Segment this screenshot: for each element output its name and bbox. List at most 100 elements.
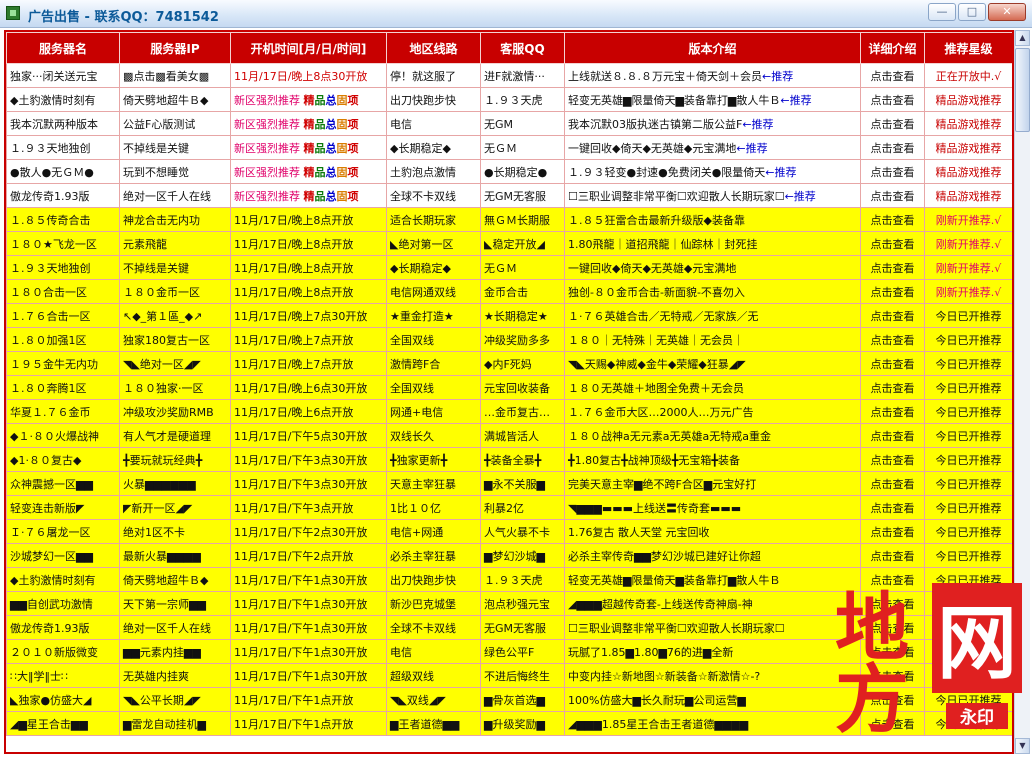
cell-qq-text: 不进后悔终生	[484, 669, 550, 683]
table-row[interactable]: ◆土豹激情时刻有 倚天劈地超牛Ｂ◆ 新区强烈推荐 精品总固项 出刀快跑步快 １.９３天虎…	[6, 87, 1012, 112]
cell-line-text: ★重金打造★	[390, 309, 454, 323]
cell-line: ◆长期稳定◆	[386, 255, 481, 280]
cell-server-ip-text: 最新火暴▆▆▆▆	[123, 549, 201, 563]
cell-detail[interactable]: 点击查看	[860, 471, 925, 496]
cell-server-name-text: １８０合击一区	[10, 285, 87, 299]
cell-open-time-text: 11月/17日/下午1点30开放	[234, 669, 368, 683]
cell-detail[interactable]: 点击查看	[860, 87, 925, 112]
table-row[interactable]: ◆１·８０火爆战神 有人气才是硬道理 11月/17日/下午5点30开放 双线长久 满城皆…	[6, 423, 1012, 448]
cell-server-name: ◆1·８０复古◆	[6, 447, 120, 472]
cell-server-ip: ◥◣绝对一区◢◤	[119, 351, 231, 376]
cell-qq: ◣稳定开放◢	[480, 231, 565, 256]
cell-version-intro-text: １.７６金币大区…2000人…万元广告	[568, 405, 754, 419]
table-row[interactable]: １.９３天地独创 不掉线是关键 11月/17日/晚上8点开放 ◆长期稳定◆ 无ＧＭ 一键回…	[6, 255, 1012, 280]
cell-detail-text: 点击查看	[870, 285, 915, 299]
quality-tag: 总	[325, 189, 337, 203]
cell-version-intro: １.９３轻变●封速●免费闭关●限量倚天←推荐	[564, 159, 861, 184]
quality-tag: 精	[303, 189, 315, 203]
table-row[interactable]: １.９３天地独创 不掉线是关键 新区强烈推荐 精品总固项 ◆长期稳定◆ 无ＧＭ 一键回收◆…	[6, 135, 1012, 160]
cell-qq-text: 泡点秒强元宝	[484, 597, 550, 611]
cell-rating-text: 今日已开推荐	[935, 405, 1002, 419]
maximize-button[interactable]: □	[958, 3, 986, 21]
cell-server-name-text: 众神震撼一区▆▆	[10, 477, 93, 491]
table-row[interactable]: １８０★飞龙一区 元素飛龍 11月/17日/晚上8点开放 ◣绝对第一区 ◣稳定开放◢ 1.…	[6, 231, 1012, 256]
cell-detail[interactable]: 点击查看	[860, 423, 925, 448]
cell-server-name: １.９３天地独创	[6, 255, 120, 280]
table-row[interactable]: 轻变连击新版◤ ◤新开一区◢◤ 11月/17日/下午3点开放 1比１０亿 利暴2亿 ◥▆▆…	[6, 495, 1012, 520]
cell-server-ip: 不掉线是关键	[119, 255, 231, 280]
cell-line: ◣绝对第一区	[386, 231, 481, 256]
cell-detail[interactable]: 点击查看	[860, 207, 925, 232]
cell-server-name: 我本沉默两种版本	[6, 111, 120, 136]
minimize-button[interactable]: —	[928, 3, 956, 21]
cell-open-time: 新区强烈推荐 精品总固项	[230, 159, 387, 184]
cell-line-text: ◆长期稳定◆	[390, 261, 451, 275]
table-row[interactable]: 华夏１.７６金币 冲级攻沙奖励RMB 11月/17日/晚上6点开放 网通+电信 …金币复…	[6, 399, 1012, 424]
cell-qq: 无GM	[480, 111, 565, 136]
scroll-up-button[interactable]: ▲	[1015, 30, 1030, 46]
cell-server-ip-text: ◥◣绝对一区◢◤	[123, 357, 201, 371]
table-row[interactable]: Ｉ·７６屠龙一区 绝对1区不卡 11月/17日/下午2点30开放 电信+网通 人气火暴不…	[6, 519, 1012, 544]
quality-tag: 项	[347, 165, 359, 179]
cell-qq: 无ＧＭ	[480, 135, 565, 160]
cell-detail[interactable]: 点击查看	[860, 519, 925, 544]
cell-detail[interactable]: 点击查看	[860, 111, 925, 136]
cell-detail[interactable]: 点击查看	[860, 183, 925, 208]
cell-detail[interactable]: 点击查看	[860, 279, 925, 304]
table-row[interactable]: １８０合击一区 １８０金币一区 11月/17日/晚上8点开放 电信网通双线 金币合击 独创…	[6, 279, 1012, 304]
cell-server-ip-text: 无英雄内挂爽	[123, 669, 189, 683]
table-row[interactable]: 沙城梦幻一区▆▆ 最新火暴▆▆▆▆ 11月/17日/下午2点开放 必杀主宰狂暴 ▆梦幻沙…	[6, 543, 1012, 568]
cell-detail[interactable]: 点击查看	[860, 231, 925, 256]
table-row[interactable]: １９５金牛无内功 ◥◣绝对一区◢◤ 11月/17日/晚上7点开放 激情跨F合 ◆内F死妈…	[6, 351, 1012, 376]
cell-server-name-text: ∷大‖学‖士∷	[10, 669, 68, 683]
cell-detail[interactable]: 点击查看	[860, 303, 925, 328]
table-row[interactable]: １.８０奔腾1区 １８０独家·一区 11月/17日/晚上6点30开放 全国双线 元宝回收…	[6, 375, 1012, 400]
cell-detail[interactable]: 点击查看	[860, 351, 925, 376]
cell-open-time: 11月/17日/晚上8点开放	[230, 231, 387, 256]
table-row[interactable]: １.８５传奇合击 神龙合击无内功 11月/17日/晚上8点开放 适合长期玩家 無ＧＭ长期…	[6, 207, 1012, 232]
quality-tag: 固	[336, 189, 348, 203]
table-row[interactable]: 傲龙传奇1.93版 绝对一区千人在线 新区强烈推荐 精品总固项 全球不卡双线 无GM无客…	[6, 183, 1012, 208]
cell-detail[interactable]: 点击查看	[860, 447, 925, 472]
cell-version-intro: 一键回收◆倚天◆无英雄◆元宝满地←推荐	[564, 135, 861, 160]
cell-version-intro: １.８５狂雷合击最新升级版◆装备靠	[564, 207, 861, 232]
cell-open-time: 11月/17日/晚上8点开放	[230, 207, 387, 232]
table-row[interactable]: 独家···闭关送元宝 ▩点击▩看美女▩ 11月/17日/晚上8点30开放 停！就这服了…	[6, 63, 1012, 88]
cell-rating-text: 今日已开推荐	[935, 501, 1002, 515]
cell-server-ip: 无英雄内挂爽	[119, 663, 231, 688]
cell-detail[interactable]: 点击查看	[860, 159, 925, 184]
cell-line-text: 出刀快跑步快	[390, 93, 456, 107]
cell-detail[interactable]: 点击查看	[860, 375, 925, 400]
table-row[interactable]: 众神震撼一区▆▆ 火暴▆▆▆▆▆▆ 11月/17日/下午3点30开放 天意主宰狂暴 ▆永…	[6, 471, 1012, 496]
cell-qq-text: １.９３天虎	[484, 573, 543, 587]
cell-detail[interactable]: 点击查看	[860, 255, 925, 280]
cell-open-time: 11月/17日/下午1点30开放	[230, 591, 387, 616]
cell-server-ip: １８０独家·一区	[119, 375, 231, 400]
table-row[interactable]: １.８０加强1区 独家180复古一区 11月/17日/晚上7点开放 全国双线 冲级奖励多…	[6, 327, 1012, 352]
cell-detail-text: 点击查看	[870, 405, 915, 419]
cell-rating-text: 精品游戏推荐	[935, 165, 1002, 179]
stamp-label: 永印	[959, 707, 994, 728]
scroll-thumb[interactable]	[1015, 48, 1030, 132]
cell-detail-text: 点击查看	[870, 165, 915, 179]
table-row[interactable]: ◆1·８０复古◆ ╋要玩就玩经典╋ 11月/17日/下午3点30开放 ╋独家更新╋ ╋装…	[6, 447, 1012, 472]
cell-server-ip: 倚天劈地超牛Ｂ◆	[119, 87, 231, 112]
cell-detail[interactable]: 点击查看	[860, 135, 925, 160]
cell-detail[interactable]: 点击查看	[860, 327, 925, 352]
cell-open-time: 11月/17日/晚上7点30开放	[230, 303, 387, 328]
cell-detail[interactable]: 点击查看	[860, 399, 925, 424]
cell-detail[interactable]: 点击查看	[860, 543, 925, 568]
table-row[interactable]: 我本沉默两种版本 公益F心版测试 新区强烈推荐 精品总固项 电信 无GM 我本沉默03版执…	[6, 111, 1012, 136]
cell-server-name: 沙城梦幻一区▆▆	[6, 543, 120, 568]
cell-qq-text: 进F就激情···	[484, 69, 545, 83]
close-button[interactable]: ✕	[988, 3, 1026, 21]
cell-detail[interactable]: 点击查看	[860, 63, 925, 88]
cell-open-time-text: 11月/17日/下午1点30开放	[234, 621, 368, 635]
cell-version-intro-text: １.８５狂雷合击最新升级版◆装备靠	[568, 213, 745, 227]
table-row[interactable]: ●散人●无ＧＭ● 玩到不想睡觉 新区强烈推荐 精品总固项 土豹泡点激情 ●长期稳定● １.…	[6, 159, 1012, 184]
quality-tag: 项	[347, 141, 359, 155]
cell-version-intro-text: １８０战神a无元素a无英雄a无特戒a重金	[568, 429, 771, 443]
table-row[interactable]: １.７６合击一区 ↖◆_第１區_◆↗ 11月/17日/晚上7点30开放 ★重金打造★ ★…	[6, 303, 1012, 328]
cell-rating: 今日已开推荐	[924, 495, 1012, 520]
cell-detail[interactable]: 点击查看	[860, 495, 925, 520]
